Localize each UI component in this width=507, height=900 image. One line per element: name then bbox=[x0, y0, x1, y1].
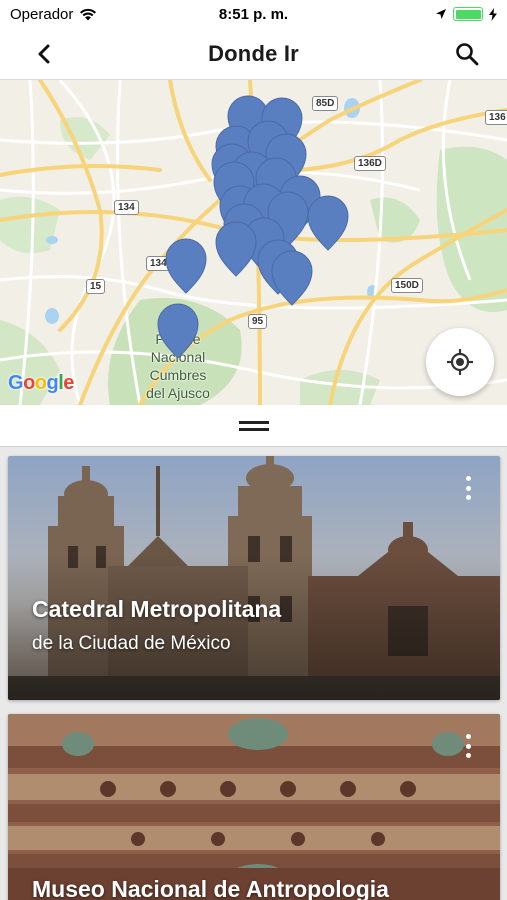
place-subtitle: de la Ciudad de México bbox=[32, 633, 231, 654]
status-right bbox=[435, 7, 497, 21]
map-marker[interactable] bbox=[271, 250, 313, 306]
more-options-button[interactable] bbox=[458, 474, 478, 502]
more-options-button[interactable] bbox=[458, 732, 478, 760]
drag-handle-icon bbox=[238, 420, 269, 431]
cathedral-photo bbox=[8, 456, 500, 700]
map-marker[interactable] bbox=[165, 238, 207, 294]
page-title: Donde Ir bbox=[208, 40, 299, 66]
carrier-label: Operador bbox=[10, 5, 74, 23]
place-title: Catedral Metropolitana bbox=[32, 596, 282, 622]
map-marker[interactable] bbox=[307, 195, 349, 251]
map-marker[interactable] bbox=[157, 303, 199, 359]
places-list[interactable]: Catedral Metropolitana de la Ciudad de M… bbox=[0, 447, 507, 900]
google-logo: Google bbox=[8, 372, 74, 394]
chevron-left-icon bbox=[38, 44, 50, 64]
back-button[interactable] bbox=[28, 38, 60, 70]
menu-dot bbox=[465, 753, 471, 758]
map-view[interactable]: 85D 136 136D 134 134 15 95 150D de Parqu… bbox=[0, 80, 507, 405]
drawer-handle[interactable] bbox=[0, 405, 507, 447]
menu-dot bbox=[465, 495, 471, 500]
battery-indicator bbox=[453, 7, 483, 21]
my-location-button[interactable] bbox=[426, 328, 494, 396]
search-icon bbox=[456, 43, 479, 66]
charging-bolt-icon bbox=[489, 7, 497, 21]
navigation-bar: Donde Ir bbox=[0, 28, 507, 80]
menu-dot bbox=[465, 743, 471, 749]
search-button[interactable] bbox=[451, 38, 483, 70]
menu-dot bbox=[465, 485, 471, 491]
place-card[interactable]: Catedral Metropolitana de la Ciudad de M… bbox=[8, 456, 500, 700]
battery-fill bbox=[455, 9, 481, 19]
location-arrow-icon bbox=[436, 9, 446, 19]
status-bar: Operador 8:51 p. m. bbox=[0, 0, 507, 28]
museum-photo bbox=[8, 714, 500, 900]
map-marker[interactable] bbox=[215, 221, 257, 277]
place-title: Museo Nacional de Antropologia bbox=[32, 876, 389, 900]
place-card[interactable]: Museo Nacional de Antropologia bbox=[8, 714, 500, 900]
more-vertical-icon bbox=[465, 476, 471, 481]
status-left: Operador bbox=[10, 6, 97, 23]
my-location-icon bbox=[447, 349, 473, 375]
wifi-icon bbox=[80, 8, 97, 20]
more-vertical-icon bbox=[465, 734, 471, 739]
